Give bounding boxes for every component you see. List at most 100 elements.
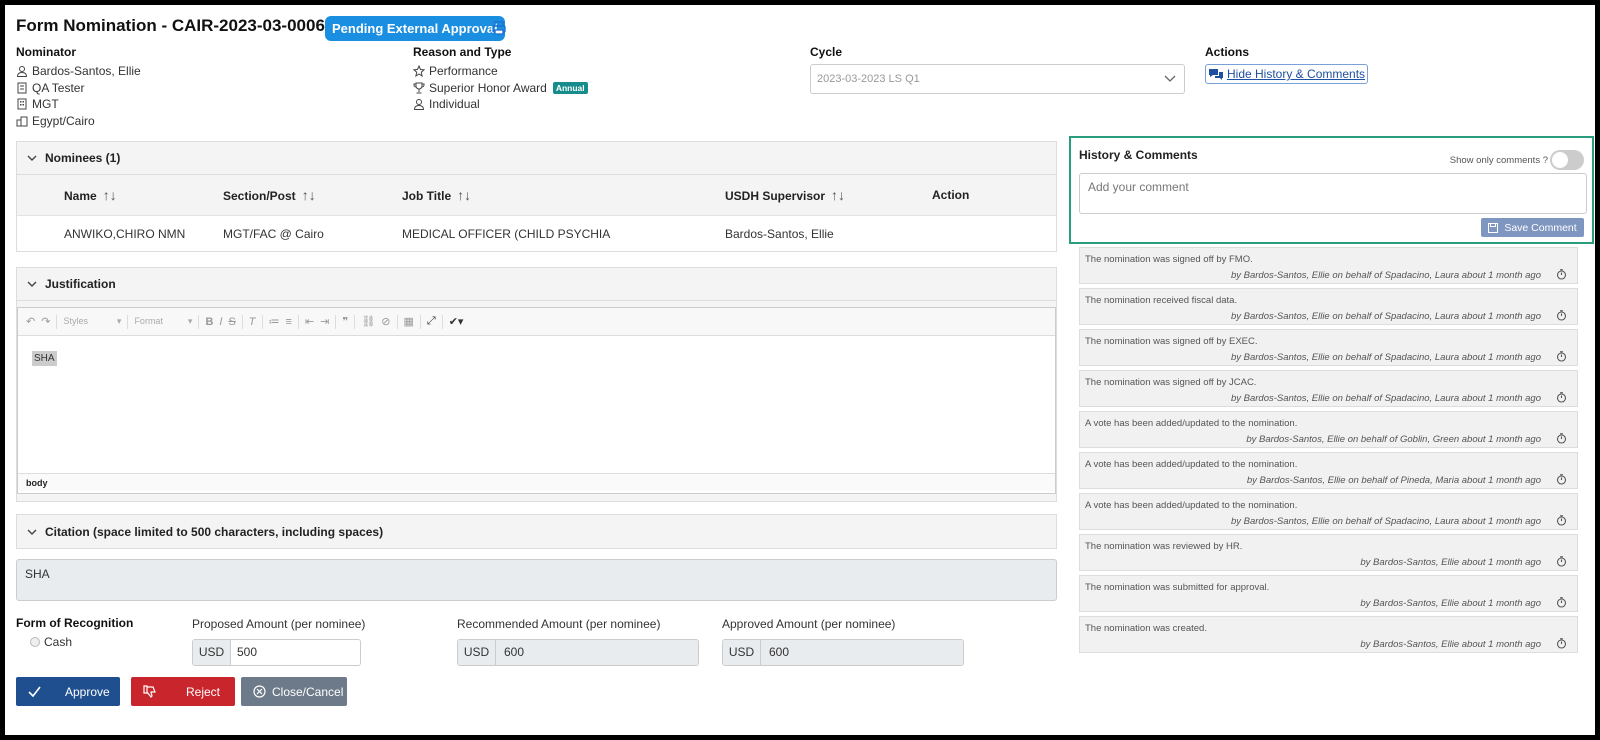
show-only-comments-label: Show only comments ?	[1449, 155, 1548, 166]
nominees-panel: Nominees (1) Name ↑↓ Section/Post ↑↓ Job T…	[16, 141, 1057, 252]
award-row: Superior Honor Award Annual	[413, 81, 588, 95]
stopwatch-icon[interactable]	[1556, 392, 1567, 403]
bullet-list-icon[interactable]: ≡	[286, 316, 292, 328]
stopwatch-icon[interactable]	[1556, 433, 1567, 444]
indent-icon[interactable]: ⇥	[320, 315, 329, 328]
currency-prefix: USD	[193, 640, 231, 665]
nominator-name-row: Bardos-Santos, Ellie	[16, 64, 141, 78]
form-nomination-page: Form Nomination - CAIR-2023-03-0006 Pend…	[5, 5, 1595, 735]
history-message: The nomination received fiscal data.	[1085, 295, 1238, 306]
recognition-label: Form of Recognition	[16, 616, 134, 630]
history-item: A vote has been added/updated to the nom…	[1079, 411, 1578, 448]
stopwatch-icon[interactable]	[1556, 638, 1567, 649]
history-item: The nomination was signed off by JCAC. by…	[1079, 370, 1578, 407]
nominator-org: MGT	[32, 97, 59, 111]
redo-icon[interactable]: ↷	[41, 315, 50, 328]
close-cancel-button[interactable]: Close/Cancel	[241, 677, 347, 706]
comment-input[interactable]: Add your comment	[1079, 173, 1587, 214]
editor-path: body	[18, 473, 1055, 491]
reason-value: Performance	[429, 64, 498, 78]
history-author: by Bardos-Santos, Ellie about 1 month ag…	[1360, 557, 1541, 568]
col-action: Action	[931, 175, 1056, 216]
history-item: A vote has been added/updated to the nom…	[1079, 452, 1578, 489]
col-supervisor[interactable]: USDH Supervisor ↑↓	[724, 175, 931, 216]
reason-row: Performance	[413, 64, 498, 78]
styles-dropdown[interactable]: Styles ▾	[63, 316, 121, 327]
nominator-name: Bardos-Santos, Ellie	[32, 64, 141, 78]
editor-content[interactable]: SHA	[18, 336, 1055, 473]
history-message: The nomination was signed off by FMO.	[1085, 254, 1253, 265]
italic-icon[interactable]: I	[219, 316, 222, 328]
chevron-down-icon	[27, 529, 37, 535]
proposed-amount-field[interactable]: USD 500	[192, 639, 361, 666]
nominator-location: Egypt/Cairo	[32, 114, 95, 128]
chevron-down-icon	[27, 155, 37, 161]
sort-icon[interactable]: ↑↓	[831, 187, 845, 203]
col-job-title[interactable]: Job Title ↑↓	[401, 175, 724, 216]
currency-prefix: USD	[458, 640, 496, 665]
strike-icon[interactable]: S	[228, 316, 235, 328]
reject-button[interactable]: Reject	[131, 677, 235, 706]
approve-button[interactable]: Approve	[16, 677, 120, 706]
history-message: The nomination was signed off by EXEC.	[1085, 336, 1258, 347]
unlink-icon[interactable]: ⊘	[381, 315, 390, 328]
sort-icon[interactable]: ↑↓	[302, 187, 316, 203]
sort-icon[interactable]: ↑↓	[457, 187, 471, 203]
history-message: The nomination was signed off by JCAC.	[1085, 377, 1257, 388]
hide-history-button[interactable]: Hide History & Comments	[1205, 64, 1369, 84]
cash-radio[interactable]	[30, 637, 40, 647]
history-item: The nomination received fiscal data. by B…	[1079, 288, 1578, 325]
format-dropdown[interactable]: Format ▾	[134, 316, 192, 327]
stopwatch-icon[interactable]	[1556, 597, 1567, 608]
numbered-list-icon[interactable]: ≔	[269, 315, 280, 328]
nominee-supervisor: Bardos-Santos, Ellie	[725, 227, 834, 242]
proposed-amount-input[interactable]: 500	[231, 640, 360, 665]
history-message: The nomination was submitted for approva…	[1085, 582, 1270, 593]
nominees-table: Name ↑↓ Section/Post ↑↓ Job Title ↑↓ USDH S…	[17, 175, 1056, 253]
link-icon[interactable]: ⛓	[361, 315, 375, 328]
col-name[interactable]: Name ↑↓	[17, 175, 222, 216]
approved-amount-value: 600	[761, 640, 963, 665]
citation-header[interactable]: Citation (space limited to 500 character…	[17, 515, 1056, 548]
outdent-icon[interactable]: ⇤	[305, 315, 314, 328]
trophy-icon	[413, 82, 425, 94]
save-comment-button[interactable]: Save Comment	[1481, 218, 1584, 237]
stopwatch-icon[interactable]	[1556, 310, 1567, 321]
justification-header[interactable]: Justification	[17, 268, 1056, 301]
nominator-org-row: MGT	[16, 97, 59, 111]
cycle-label: Cycle	[810, 45, 843, 59]
stopwatch-icon[interactable]	[1556, 556, 1567, 567]
blockquote-icon[interactable]: ❞	[342, 315, 348, 328]
cash-radio-row[interactable]: Cash	[30, 635, 72, 649]
reject-label: Reject	[186, 684, 221, 699]
remove-format-icon[interactable]: T	[249, 316, 256, 328]
stopwatch-icon[interactable]	[1556, 515, 1567, 526]
bold-icon[interactable]: B	[205, 316, 213, 328]
table-row[interactable]: ANWIKO,CHIRO NMN MGT/FAC @ Cairo MEDICAL…	[17, 215, 1056, 253]
nominator-title-row: QA Tester	[16, 81, 84, 95]
actions-label: Actions	[1205, 45, 1250, 59]
nominees-header[interactable]: Nominees (1)	[17, 142, 1056, 175]
col-section[interactable]: Section/Post ↑↓	[222, 175, 401, 216]
type-value: Individual	[429, 97, 480, 111]
approved-amount-field: USD 600	[722, 639, 964, 666]
maximize-icon[interactable]: ⤢	[427, 315, 436, 328]
currency-prefix: USD	[723, 640, 761, 665]
justification-text: SHA	[32, 351, 57, 366]
nominee-action	[931, 215, 1056, 253]
history-author: by Bardos-Santos, Ellie on behalf of Spa…	[1230, 516, 1541, 527]
stopwatch-icon[interactable]	[1556, 474, 1567, 485]
history-item: The nomination was created. by Bardos-San…	[1079, 616, 1578, 653]
table-icon[interactable]: ▦	[404, 315, 414, 328]
sort-icon[interactable]: ↑↓	[103, 187, 117, 203]
cash-label: Cash	[44, 635, 73, 649]
spellcheck-icon[interactable]: ✔▾	[449, 315, 464, 328]
show-only-comments-toggle[interactable]	[1550, 150, 1584, 170]
stopwatch-icon[interactable]	[1556, 351, 1567, 362]
justification-editor[interactable]: ↶ ↷ Styles ▾ Format ▾ B I S T ≔ ≡ ⇤ ⇥ ❞	[17, 307, 1056, 494]
cycle-select[interactable]: 2023-03-2023 LS Q1	[810, 64, 1185, 94]
undo-icon[interactable]: ↶	[26, 315, 35, 328]
print-icon[interactable]	[491, 20, 507, 36]
citation-textarea[interactable]: SHA	[16, 559, 1057, 601]
stopwatch-icon[interactable]	[1556, 269, 1567, 280]
